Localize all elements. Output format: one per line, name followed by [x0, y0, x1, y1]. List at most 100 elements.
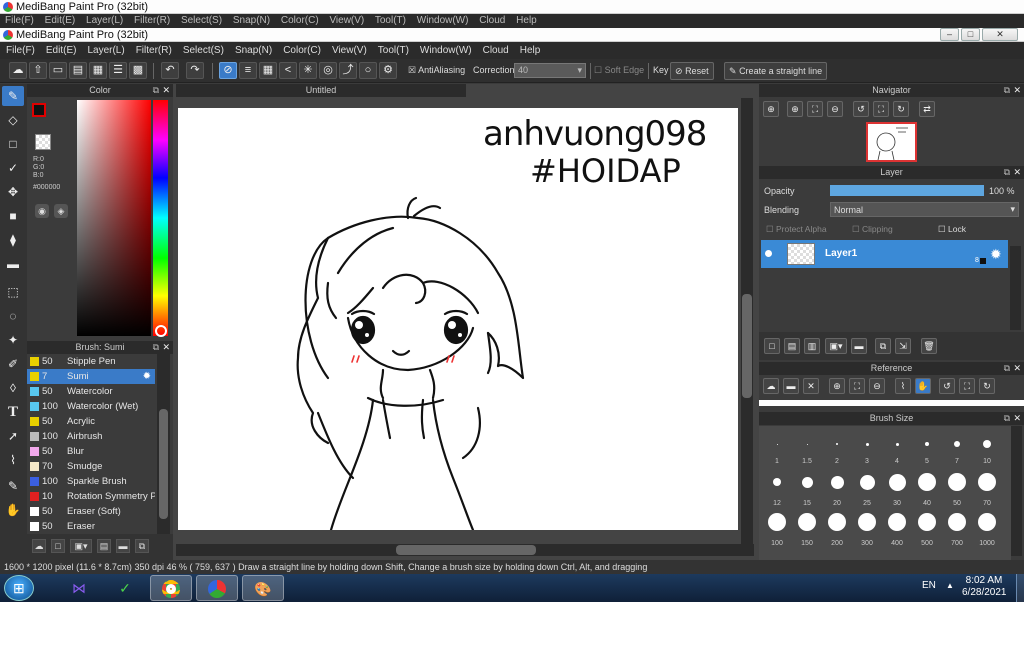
chrome-taskbar-icon[interactable]	[150, 575, 192, 601]
layer-folder-icon[interactable]: ▬	[851, 338, 867, 354]
blending-dropdown[interactable]: Normal ▾	[830, 202, 1019, 217]
layer-row[interactable]: Layer1 8 ✹	[761, 240, 1008, 268]
upload-icon[interactable]: ⇧	[29, 62, 47, 79]
correction-dropdown[interactable]: 40 ▾	[514, 63, 586, 78]
hand-icon[interactable]: ✋	[915, 378, 931, 394]
brush-cloud-icon[interactable]: ☁	[32, 539, 46, 553]
brush-size-option[interactable]: 1000	[973, 512, 1001, 550]
menu-snap[interactable]: Snap(N)	[229, 42, 277, 56]
language-indicator[interactable]: EN	[922, 580, 936, 591]
brush-size-option[interactable]: 20	[823, 472, 851, 510]
palette-icon[interactable]: ◉	[35, 204, 49, 218]
fit-icon[interactable]: ⛶	[807, 101, 823, 117]
redo-icon[interactable]: ↷	[186, 62, 204, 79]
menu-cloud[interactable]: Cloud	[477, 42, 514, 56]
brush-size-option[interactable]: 4	[883, 432, 911, 470]
menu-select[interactable]: Select(S)	[177, 42, 229, 56]
brush-size-option[interactable]: 10	[973, 432, 1001, 470]
brush-size-option[interactable]: 70	[973, 472, 1001, 510]
menu-view[interactable]: View(V)	[326, 42, 372, 56]
parallel-snap-icon[interactable]: ≡	[239, 62, 257, 79]
circle-snap-icon[interactable]: ◎	[319, 62, 337, 79]
brush-size-option[interactable]: 2	[823, 432, 851, 470]
opacity-slider[interactable]	[830, 185, 984, 196]
add-layer-menu-icon[interactable]: ▣▾	[825, 338, 847, 354]
fill-shape-tool-icon[interactable]: ■	[2, 206, 24, 226]
straight-line-button[interactable]: ✎ Create a straight line	[724, 62, 828, 80]
brush-item[interactable]: 100 Sparkle Brush	[27, 474, 155, 489]
snap-off-icon[interactable]: ⊘	[219, 62, 237, 79]
rotate-right-icon[interactable]: ↻	[979, 378, 995, 394]
brush-item[interactable]: 100 Airbrush	[27, 429, 155, 444]
brush-item[interactable]: 70 Smudge	[27, 459, 155, 474]
reference-view[interactable]	[759, 400, 1024, 406]
select-tool-icon[interactable]: ⬚	[2, 282, 24, 302]
merge-layer-icon[interactable]: ⇲	[895, 338, 911, 354]
operation-tool-icon[interactable]: ➚	[2, 426, 24, 446]
transparent-color-swatch[interactable]	[35, 134, 51, 150]
close-icon[interactable]: ✕	[1013, 362, 1021, 375]
rotate-left-icon[interactable]: ↺	[939, 378, 955, 394]
dot-tool-icon[interactable]: □	[2, 134, 24, 154]
brush-size-option[interactable]: 5	[913, 432, 941, 470]
brush-item[interactable]: 50 Watercolor	[27, 384, 155, 399]
flip-icon[interactable]: ⇄	[919, 101, 935, 117]
maximize-button[interactable]: □	[961, 28, 980, 41]
brush-item[interactable]: 10 Rotation Symmetry P	[27, 489, 155, 504]
show-hidden-icons-icon[interactable]: ▲	[946, 581, 954, 590]
horizontal-scrollbar-thumb[interactable]	[396, 545, 536, 555]
brush-size-option[interactable]: 100	[763, 512, 791, 550]
menu-window[interactable]: Window(W)	[414, 42, 477, 56]
soft-edge-checkbox[interactable]: ☐ Soft Edge	[594, 65, 644, 76]
vertical-scrollbar-thumb[interactable]	[742, 294, 752, 398]
drawing-canvas[interactable]: anhvuong098 #HOIDAP	[178, 108, 738, 530]
brush-size-scrollbar[interactable]	[1011, 426, 1022, 556]
brush-size-option[interactable]: 15	[793, 472, 821, 510]
menu-tool[interactable]: Tool(T)	[372, 42, 414, 56]
hue-handle[interactable]	[155, 325, 167, 337]
popout-icon[interactable]: ⧉	[1004, 84, 1010, 97]
brush-size-option[interactable]: 150	[793, 512, 821, 550]
brush-item[interactable]: 50 Stipple Pen	[27, 354, 155, 369]
cloud-reference-icon[interactable]: ☁	[763, 378, 779, 394]
rotate-right-icon[interactable]: ↻	[893, 101, 909, 117]
page-list-icon[interactable]: ☰	[109, 62, 127, 79]
fit-window-icon[interactable]: ☁	[9, 62, 27, 79]
brush-size-option[interactable]: 50	[943, 472, 971, 510]
primary-color-swatch[interactable]	[32, 103, 46, 117]
select-pen-tool-icon[interactable]: ✐	[2, 354, 24, 374]
close-icon[interactable]: ✕	[162, 84, 170, 97]
message-icon[interactable]: ▤	[69, 62, 87, 79]
close-icon[interactable]: ✕	[1013, 412, 1021, 425]
brush-size-option[interactable]: 40	[913, 472, 941, 510]
show-desktop-button[interactable]	[1016, 574, 1024, 602]
layer-settings-gear-icon[interactable]: ✹	[990, 246, 1002, 263]
move-tool-icon[interactable]: ✥	[2, 182, 24, 202]
text-tool-icon[interactable]: T	[2, 402, 24, 422]
menu-color[interactable]: Color(C)	[277, 42, 326, 56]
duplicate-layer-icon[interactable]: ⧉	[875, 338, 891, 354]
brush-item[interactable]: 100 Watercolor (Wet)	[27, 399, 155, 414]
brush-size-option[interactable]: 400	[883, 512, 911, 550]
ellipse-snap-icon[interactable]: ○	[359, 62, 377, 79]
layer-scrollbar[interactable]	[1010, 246, 1021, 330]
start-button[interactable]: ⊞	[4, 575, 34, 601]
clipping-checkbox[interactable]: ☐ Clipping	[852, 224, 893, 235]
color-settings-icon[interactable]: ◈	[54, 204, 68, 218]
popout-icon[interactable]: ⧉	[153, 341, 159, 354]
brush-size-option[interactable]: 500	[913, 512, 941, 550]
brush-settings-gear-icon[interactable]: ✹	[143, 369, 151, 384]
lasso-tool-icon[interactable]: ◌	[2, 306, 24, 326]
eyedropper-tool-icon[interactable]: ⌇	[2, 450, 24, 470]
brush-size-option[interactable]: 700	[943, 512, 971, 550]
hue-slider[interactable]	[153, 100, 168, 336]
visibility-eye-icon[interactable]	[765, 250, 772, 257]
brush-size-option[interactable]: 3	[853, 432, 881, 470]
brush-tool-icon[interactable]: ✎	[2, 86, 24, 106]
close-button[interactable]: ✕	[982, 28, 1018, 41]
close-icon[interactable]: ✕	[162, 341, 170, 354]
close-icon[interactable]: ✕	[1013, 166, 1021, 179]
minimize-button[interactable]: –	[940, 28, 959, 41]
app-taskbar-icon[interactable]: ✓	[104, 575, 146, 601]
zoom-in-icon[interactable]: ⊕	[787, 101, 803, 117]
